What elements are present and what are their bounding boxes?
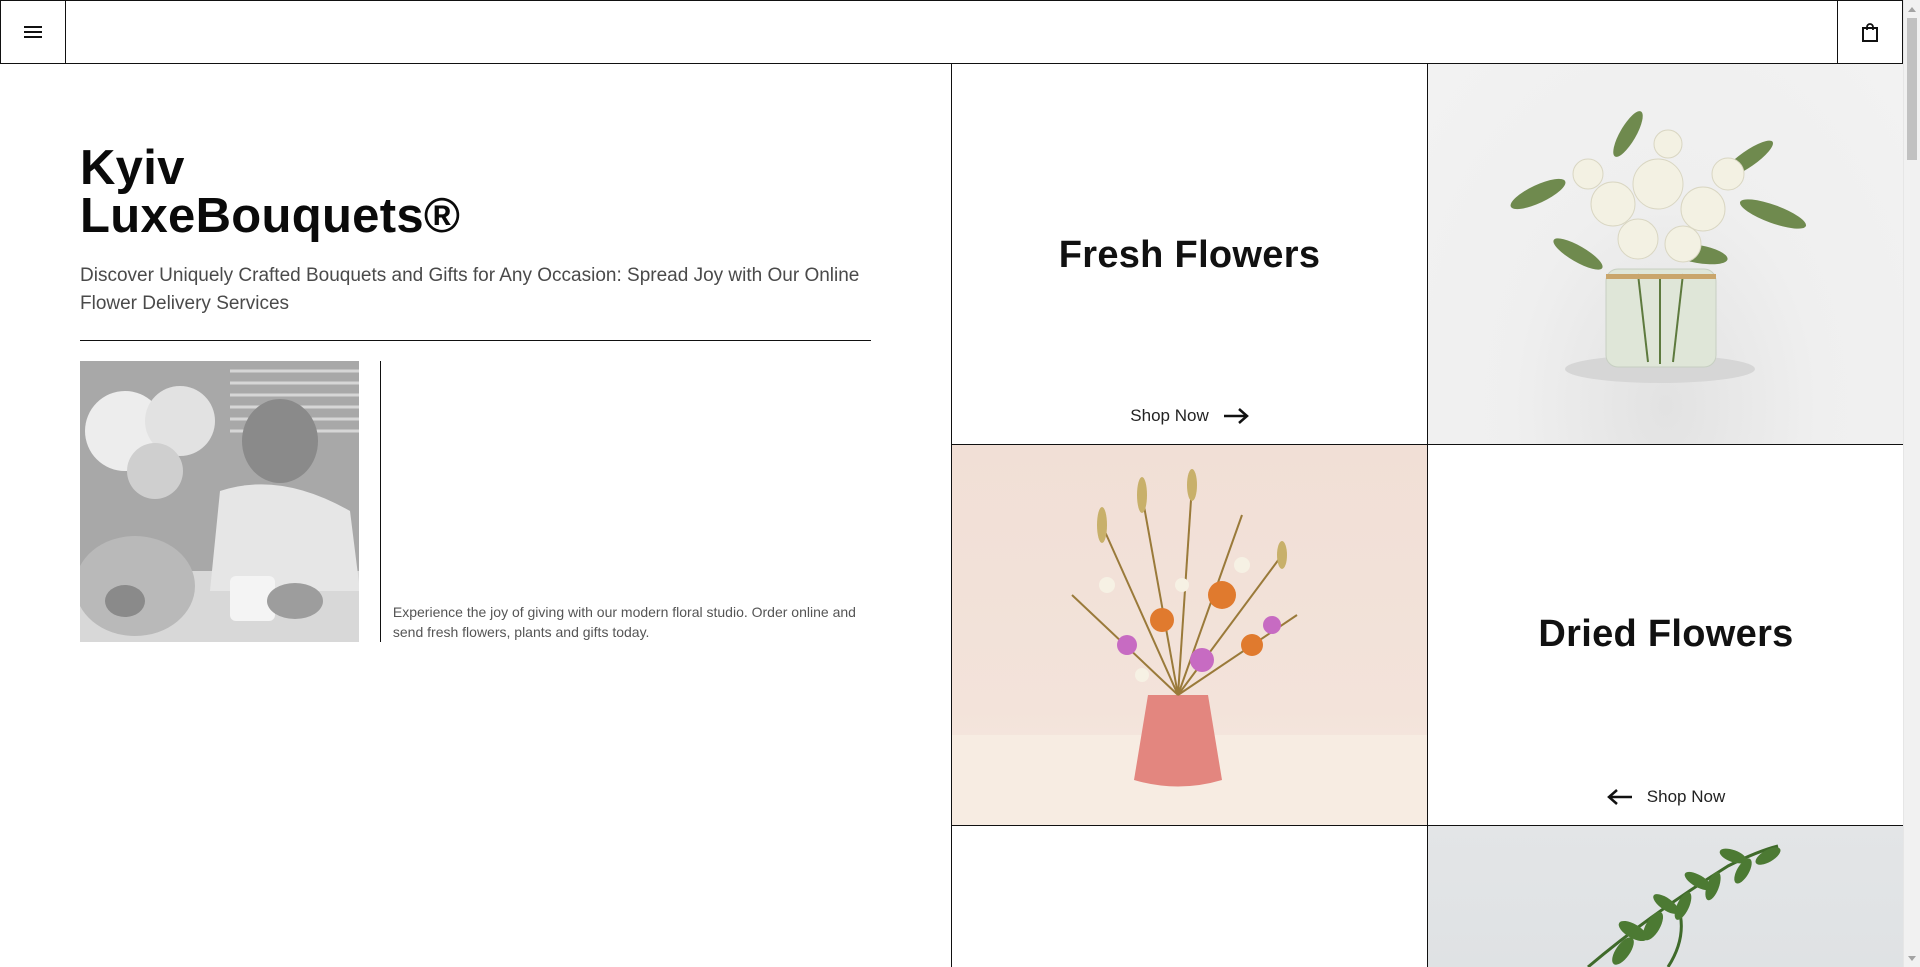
category-card-fresh-flowers: Fresh Flowers Shop Now (952, 64, 1428, 445)
arrow-right-icon (1223, 408, 1249, 424)
shop-now-label: Shop Now (1130, 406, 1209, 425)
shopping-bag-icon (1862, 22, 1878, 42)
top-navigation-bar (0, 0, 1903, 64)
plant-image[interactable] (1428, 826, 1904, 967)
category-card-dried-flowers: Dried Flowers Shop Now (1428, 445, 1904, 826)
shop-now-link[interactable]: Shop Now (952, 406, 1427, 426)
arrow-left-icon (1606, 789, 1632, 805)
hero-subtitle: Discover Uniquely Crafted Bouquets and G… (80, 265, 860, 314)
scroll-down-icon[interactable] (1904, 950, 1920, 967)
menu-button[interactable] (1, 1, 66, 63)
page-title: Kyiv LuxeBouquets® (80, 141, 461, 243)
dried-flowers-image[interactable] (952, 445, 1428, 826)
plant-illustration (1587, 844, 1781, 967)
shop-now-label: Shop Now (1646, 787, 1726, 806)
dried-bouquet-illustration (952, 469, 1427, 825)
hero-section: Kyiv LuxeBouquets® Discover Uniquely Cra… (80, 64, 871, 642)
fresh-flowers-image[interactable] (1428, 64, 1904, 445)
hero-divider-line (80, 340, 871, 341)
scroll-thumb[interactable] (1907, 18, 1917, 160)
white-bouquet-illustration (1510, 111, 1807, 383)
menu-icon (24, 26, 42, 38)
page-scrollbar[interactable] (1903, 0, 1920, 967)
category-card-partial (952, 826, 1428, 967)
scroll-up-icon[interactable] (1904, 0, 1920, 17)
category-grid: Fresh Flowers Shop Now Dried Flowers Sho… (951, 64, 1904, 967)
hero-description: Experience the joy of giving with our mo… (392, 604, 856, 640)
category-title: Dried Flowers (1538, 613, 1794, 655)
shop-now-link[interactable]: Shop Now (1428, 787, 1904, 807)
cart-button[interactable] (1837, 1, 1902, 63)
hero-vertical-divider (379, 361, 381, 642)
hero-photo-woman-with-flowers (80, 361, 359, 642)
category-title: Fresh Flowers (1058, 234, 1321, 276)
hero-photo-illustration (80, 361, 359, 642)
hero-intro-row: Experience the joy of giving with our mo… (80, 361, 871, 642)
